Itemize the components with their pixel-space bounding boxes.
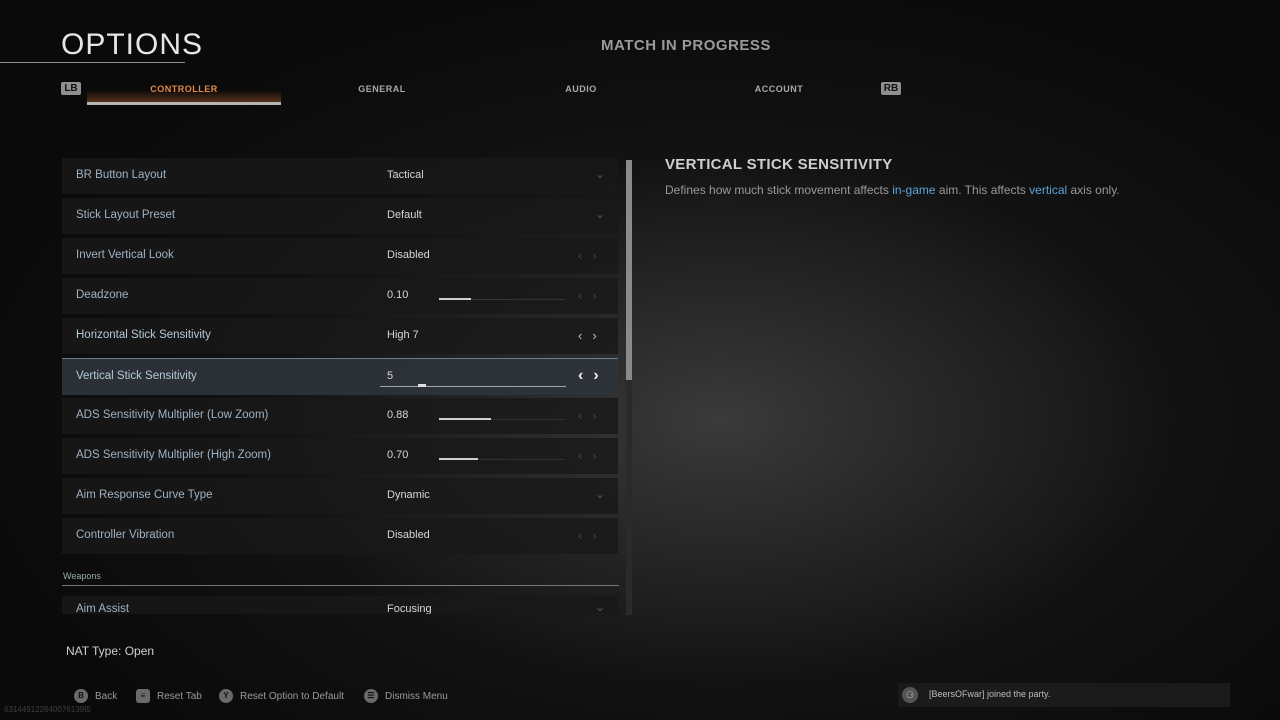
slider-thumb[interactable] — [418, 384, 426, 387]
tab-account[interactable]: ACCOUNT — [682, 84, 876, 94]
setting-label: Stick Layout Preset — [76, 209, 176, 221]
description-keyword: in-game — [892, 183, 936, 197]
setting-row-aim-assist[interactable]: Aim Assist Focusing ⌄ — [62, 596, 618, 614]
setting-value: 0.10 — [387, 289, 409, 301]
setting-label: Aim Response Curve Type — [76, 489, 213, 501]
description-title: VERTICAL STICK SENSITIVITY — [665, 156, 893, 173]
description-text: Defines how much stick movement affects … — [665, 183, 1120, 197]
chevron-down-icon[interactable]: ⌄ — [595, 207, 605, 221]
setting-value: Tactical — [387, 169, 424, 181]
setting-value: Focusing — [387, 603, 432, 614]
nat-type-status: NAT Type: Open — [66, 644, 155, 658]
hint-label: Reset Option to Default — [240, 690, 344, 702]
chevron-down-icon[interactable]: ⌄ — [595, 600, 605, 614]
setting-label: Aim Assist — [76, 603, 130, 614]
tab-audio[interactable]: AUDIO — [484, 84, 678, 94]
y-button-icon: Y — [219, 689, 233, 703]
setting-label: ADS Sensitivity Multiplier (Low Zoom) — [76, 409, 269, 421]
rb-bumper-icon[interactable]: RB — [881, 82, 901, 95]
reset-option-button[interactable]: Y Reset Option to Default — [219, 689, 344, 703]
setting-row-vertical-stick-sensitivity[interactable]: Vertical Stick Sensitivity 5 ‹› — [62, 358, 618, 395]
slider-fill — [439, 418, 491, 420]
setting-row-ads-high-zoom[interactable]: ADS Sensitivity Multiplier (High Zoom) 0… — [62, 438, 618, 474]
setting-row-invert-vertical-look[interactable]: Invert Vertical Look Disabled ‹› — [62, 238, 618, 274]
touchpad-button-icon: ≡ — [136, 689, 150, 703]
setting-value: Dynamic — [387, 489, 430, 501]
setting-row-ads-low-zoom[interactable]: ADS Sensitivity Multiplier (Low Zoom) 0.… — [62, 398, 618, 434]
scrollbar-thumb[interactable] — [626, 160, 632, 380]
setting-label: ADS Sensitivity Multiplier (High Zoom) — [76, 449, 271, 461]
left-right-arrows-icon[interactable]: ‹› — [578, 448, 607, 463]
setting-value: 0.70 — [387, 449, 409, 461]
lb-bumper-icon[interactable]: LB — [61, 82, 81, 95]
reset-tab-button[interactable]: ≡ Reset Tab — [136, 689, 202, 703]
dismiss-menu-button[interactable]: ☰ Dismiss Menu — [364, 689, 448, 703]
setting-value: Disabled — [387, 249, 430, 261]
hint-label: Back — [95, 690, 118, 702]
setting-row-deadzone[interactable]: Deadzone 0.10 ‹› — [62, 278, 618, 314]
left-right-arrows-icon[interactable]: ‹› — [578, 367, 609, 385]
setting-label: Vertical Stick Sensitivity — [76, 370, 197, 382]
back-button[interactable]: B Back — [74, 689, 117, 703]
party-notification: ⚆ [BeersOFwar] joined the party. — [898, 683, 1230, 707]
b-button-icon: B — [74, 689, 88, 703]
description-keyword: vertical — [1029, 183, 1068, 197]
slider-fill — [439, 298, 471, 300]
tab-controller[interactable]: CONTROLLER — [87, 84, 281, 94]
setting-value: Default — [387, 209, 422, 221]
section-divider — [62, 585, 619, 586]
tab-general[interactable]: GENERAL — [285, 84, 479, 94]
match-status: MATCH IN PROGRESS — [601, 37, 771, 54]
left-right-arrows-icon[interactable]: ‹› — [578, 408, 607, 423]
left-right-arrows-icon[interactable]: ‹› — [578, 288, 607, 303]
setting-value: 5 — [387, 370, 394, 382]
hint-label: Reset Tab — [157, 690, 202, 702]
description-text-part: aim. This affects — [935, 183, 1030, 197]
setting-label: Horizontal Stick Sensitivity — [76, 329, 211, 341]
slider-track[interactable] — [380, 386, 566, 387]
left-right-arrows-icon[interactable]: ‹› — [578, 328, 607, 343]
title-divider — [0, 62, 185, 63]
setting-row-horizontal-stick-sensitivity[interactable]: Horizontal Stick Sensitivity High 7 ‹› — [62, 318, 618, 354]
setting-value: High 7 — [387, 329, 419, 341]
setting-label: BR Button Layout — [76, 169, 167, 181]
setting-label: Invert Vertical Look — [76, 249, 174, 261]
ads-high-zoom-slider[interactable] — [439, 458, 565, 460]
setting-label: Deadzone — [76, 289, 129, 301]
setting-row-aim-response-curve[interactable]: Aim Response Curve Type Dynamic ⌄ — [62, 478, 618, 514]
left-right-arrows-icon[interactable]: ‹› — [578, 248, 607, 263]
party-icon: ⚆ — [902, 687, 918, 703]
session-id: 631449122640076139I5 — [4, 705, 91, 714]
description-text-part: axis only. — [1067, 183, 1120, 197]
setting-label: Controller Vibration — [76, 529, 175, 541]
party-notification-text: [BeersOFwar] joined the party. — [929, 689, 1051, 699]
menu-button-icon: ☰ — [364, 689, 378, 703]
setting-value: 0.88 — [387, 409, 409, 421]
chevron-down-icon[interactable]: ⌄ — [595, 487, 605, 501]
description-text-part: Defines how much stick movement affects — [665, 183, 893, 197]
tab-underline — [87, 102, 281, 105]
setting-row-br-button-layout[interactable]: BR Button Layout Tactical ⌄ — [62, 158, 618, 194]
section-header-weapons: Weapons — [63, 571, 101, 581]
ads-low-zoom-slider[interactable] — [439, 418, 565, 420]
hint-label: Dismiss Menu — [385, 690, 448, 702]
slider-fill — [439, 458, 479, 460]
setting-row-stick-layout-preset[interactable]: Stick Layout Preset Default ⌄ — [62, 198, 618, 234]
chevron-down-icon[interactable]: ⌄ — [595, 167, 605, 181]
left-right-arrows-icon[interactable]: ‹› — [578, 528, 607, 543]
page-title: OPTIONS — [61, 28, 204, 61]
deadzone-slider[interactable] — [439, 298, 565, 300]
setting-value: Disabled — [387, 529, 430, 541]
setting-row-controller-vibration[interactable]: Controller Vibration Disabled ‹› — [62, 518, 618, 554]
